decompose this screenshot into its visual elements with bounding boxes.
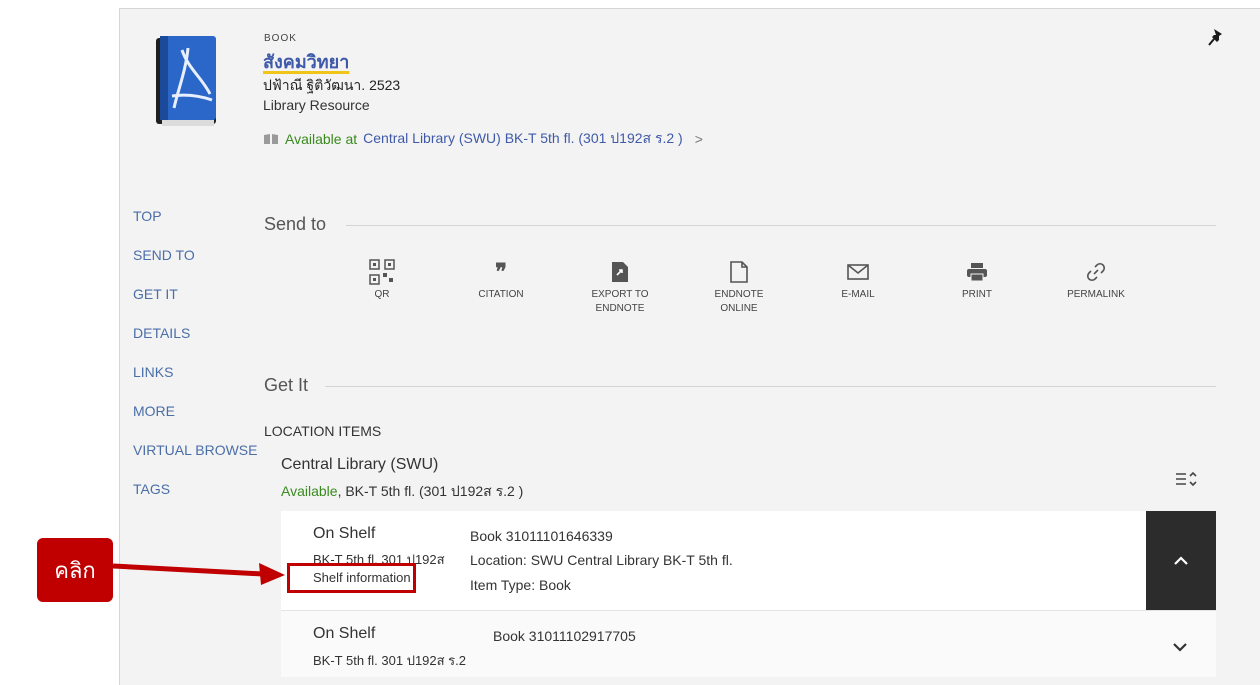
record-title-link[interactable]: สังคมวิทยา [263, 47, 349, 76]
sort-list-icon[interactable] [1175, 470, 1197, 488]
record-type-label: BOOK [264, 33, 297, 44]
item-status: On Shelf [313, 625, 376, 642]
qr-label: QR [374, 289, 390, 300]
location-items-label: LOCATION ITEMS [264, 423, 382, 439]
email-label: E-MAIL [841, 289, 875, 300]
availability-chevron-icon[interactable]: > [695, 131, 703, 147]
qr-action[interactable]: QR [327, 256, 437, 302]
export-endnote-label: EXPORT TO ENDNOTE [591, 289, 649, 314]
email-action[interactable]: E-MAIL [803, 256, 913, 302]
print-label: PRINT [962, 289, 992, 300]
click-annotation-label: คลิก [37, 538, 113, 602]
printer-icon [967, 263, 987, 282]
item-row-2[interactable]: On Shelf BK-T 5th fl. 301 ป192ส ร.2 Book… [281, 610, 1216, 677]
nav-item-tags[interactable]: TAGS [133, 480, 257, 519]
collapse-item-button[interactable] [1146, 511, 1216, 610]
item-type: Item Type: Book [470, 577, 571, 593]
citation-label: CITATION [478, 289, 524, 300]
chevron-down-icon[interactable] [1172, 642, 1188, 652]
nav-item-virtual-browse[interactable]: VIRTUAL BROWSE [133, 441, 257, 480]
citation-action[interactable]: ❞ CITATION [446, 256, 556, 302]
pin-icon[interactable] [1206, 26, 1228, 48]
library-name: Central Library (SWU) [281, 456, 439, 473]
nav-item-links[interactable]: LINKS [133, 363, 257, 402]
document-icon [730, 261, 748, 283]
availability-line[interactable]: Available at Central Library (SWU) BK-T … [263, 128, 703, 150]
item-barcode: Book 31011102917705 [493, 628, 636, 644]
item-status: On Shelf [313, 525, 376, 542]
nav-item-more[interactable]: MORE [133, 402, 257, 441]
nav-item-get-it[interactable]: GET IT [133, 285, 257, 324]
qr-code-icon [369, 259, 395, 285]
get-it-divider [325, 386, 1216, 387]
get-it-heading: Get It [264, 375, 309, 395]
annotation-arrow-icon [113, 563, 285, 585]
availability-location: Central Library (SWU) BK-T 5th fl. (301 … [363, 130, 683, 146]
envelope-icon [847, 264, 869, 280]
library-status: Available [281, 483, 338, 499]
section-nav: TOP SEND TO GET IT DETAILS LINKS MORE VI… [133, 207, 257, 519]
record-author: ปฟ้าณี ฐิติวัฒนา. 2523 [263, 77, 401, 93]
library-availability: Available, BK-T 5th fl. (301 ป192ส ร.2 ) [281, 481, 523, 503]
record-resource-type: Library Resource [263, 97, 370, 113]
nav-item-details[interactable]: DETAILS [133, 324, 257, 363]
link-icon [1086, 262, 1106, 282]
send-to-divider [346, 225, 1216, 226]
item-row-1[interactable]: On Shelf BK-T 5th fl. 301 ป192ส Shelf in… [281, 511, 1216, 610]
item-call-number: BK-T 5th fl. 301 ป192ส ร.2 [313, 653, 467, 668]
quote-icon: ❞ [495, 259, 507, 285]
send-to-heading: Send to [264, 214, 327, 234]
book-open-icon [264, 134, 278, 144]
book-cover-icon [156, 36, 216, 126]
availability-status: Available at [285, 131, 358, 147]
permalink-label: PERMALINK [1067, 289, 1125, 300]
endnote-online-action[interactable]: ENDNOTE ONLINE [684, 256, 794, 316]
shelf-info-highlight [287, 563, 416, 593]
nav-item-send-to[interactable]: SEND TO [133, 246, 257, 285]
nav-item-top[interactable]: TOP [133, 207, 257, 246]
permalink-action[interactable]: PERMALINK [1041, 256, 1151, 302]
item-barcode: Book 31011101646339 [470, 528, 613, 544]
export-endnote-action[interactable]: EXPORT TO ENDNOTE [565, 256, 675, 316]
print-action[interactable]: PRINT [922, 256, 1032, 302]
item-location: Location: SWU Central Library BK-T 5th f… [470, 552, 733, 568]
chevron-up-icon [1174, 555, 1188, 565]
export-file-icon [612, 262, 628, 282]
endnote-online-label: ENDNOTE ONLINE [714, 289, 764, 314]
library-detail: , BK-T 5th fl. (301 ป192ส ร.2 ) [337, 483, 524, 499]
